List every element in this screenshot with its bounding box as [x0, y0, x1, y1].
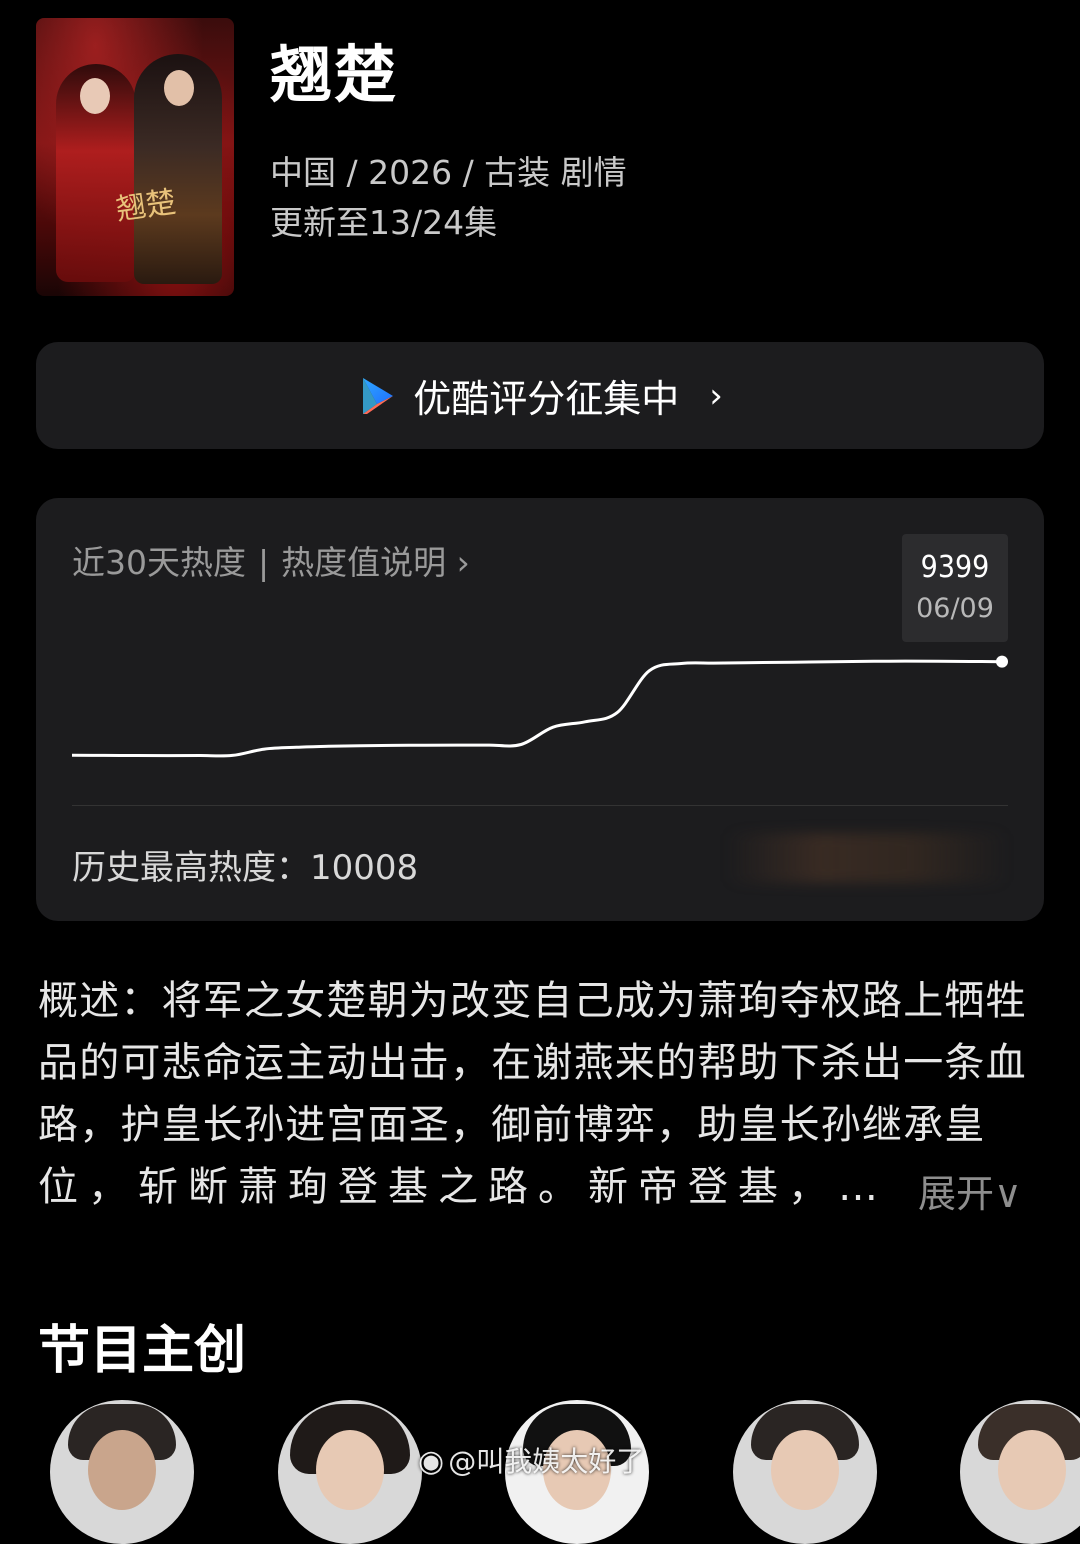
- creator-avatar[interactable]: [50, 1400, 194, 1544]
- show-meta: 中国 / 2026 / 古装 剧情: [270, 153, 627, 192]
- avatar-face: [316, 1430, 384, 1510]
- youku-logo-icon: [363, 377, 394, 414]
- poster-face: [164, 70, 194, 106]
- synopsis-line: 位，斩断萧珣登基之路。新帝登基，…: [38, 1164, 888, 1210]
- heat-series-line: [71, 659, 1003, 758]
- heat-latest-point[interactable]: [996, 655, 1008, 668]
- weibo-watermark: ◉ @叫我姨太好了: [418, 1440, 644, 1480]
- episode-update: 更新至13/24集: [270, 203, 498, 242]
- heat-line-chart[interactable]: [36, 498, 1044, 798]
- blurred-overlay: [726, 833, 1008, 883]
- poster-image[interactable]: 翘楚: [36, 18, 234, 296]
- chevron-right-icon: ›: [709, 375, 723, 416]
- creator-avatar[interactable]: [960, 1400, 1080, 1544]
- avatar-face: [88, 1430, 156, 1510]
- synopsis: 概述：将军之女楚朝为改变自己成为萧珣夺权路上牺牲 品的可悲命运主动出击，在谢燕来…: [38, 970, 1044, 1218]
- weibo-icon: ◉: [418, 1444, 445, 1479]
- watermark-text: @叫我姨太好了: [448, 1445, 645, 1478]
- avatar-face: [771, 1430, 839, 1510]
- heat-card: 近30天热度 | 热度值说明 › 9399 06/09 历史最高热度：10008: [36, 498, 1044, 921]
- synopsis-line: 品的可悲命运主动出击，在谢燕来的帮助下杀出一条血: [38, 1040, 1027, 1086]
- peak-heat-label: 历史最高热度：10008: [72, 848, 419, 888]
- creator-avatar[interactable]: [278, 1400, 422, 1544]
- avatar-face: [998, 1430, 1066, 1510]
- show-title: 翘楚: [270, 38, 399, 111]
- youku-rating-banner[interactable]: 优酷评分征集中 ›: [36, 342, 1044, 449]
- creator-avatar[interactable]: [733, 1400, 877, 1544]
- synopsis-line: 路，护皇长孙进宫面圣，御前博弈，助皇长孙继承皇: [38, 1102, 986, 1148]
- synopsis-line: 概述：将军之女楚朝为改变自己成为萧珣夺权路上牺牲: [38, 978, 1027, 1024]
- expand-button[interactable]: 展开∨: [918, 1163, 1022, 1218]
- card-divider: [72, 805, 1008, 806]
- creators-title: 节目主创: [38, 1321, 247, 1381]
- banner-label: 优酷评分征集中: [413, 377, 680, 421]
- poster-face: [80, 78, 110, 114]
